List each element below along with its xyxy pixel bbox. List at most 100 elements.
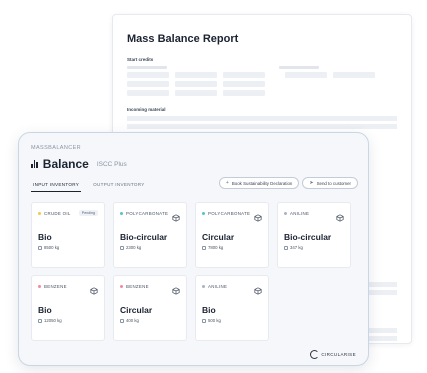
quantity-row: 12050 kg: [38, 318, 98, 323]
cube-icon: [336, 209, 344, 222]
sustainability-label: Bio: [38, 232, 52, 242]
material-color-dot: [38, 211, 41, 215]
sustainability-label: Circular: [202, 232, 235, 242]
card-header: ANILINE: [284, 209, 344, 222]
placeholder-bar: [285, 72, 327, 78]
inventory-card[interactable]: ANILINE Bio-circular 347 kg: [277, 202, 351, 268]
quantity-value: 500 kg: [208, 318, 221, 323]
action-buttons: + Book Sustainability Declaration ➤ Send…: [218, 177, 358, 189]
brand-name: MASSBALANCER: [31, 145, 82, 151]
inventory-card[interactable]: BENZENE Circular 400 kg: [113, 275, 187, 341]
placeholder-bar: [127, 81, 169, 87]
weight-icon: [38, 245, 42, 250]
weight-icon: [38, 318, 42, 323]
circularise-logo: CIRCULARISE: [310, 350, 356, 359]
material-name: BENZENE: [126, 283, 149, 289]
page-title: Balance: [42, 157, 89, 171]
send-to-customer-button[interactable]: ➤ Send to customer: [302, 177, 358, 189]
quantity-row: 400 kg: [120, 318, 180, 323]
send-button-label: Send to customer: [316, 180, 351, 186]
placeholder-bar: [175, 90, 217, 96]
title-row: Balance ISCC Plus: [31, 157, 358, 171]
cube-icon: [90, 282, 98, 295]
placeholder-row: [127, 66, 397, 69]
placeholder-bar: [223, 72, 265, 78]
inventory-tabs: INPUT INVENTORY OUTPUT INVENTORY: [31, 180, 147, 192]
material-color-dot: [202, 211, 205, 215]
bar-chart-icon: [31, 160, 38, 168]
cube-icon: [254, 209, 262, 222]
placeholder-row: [127, 72, 397, 78]
placeholder-row: [127, 90, 397, 96]
quantity-row: 7800 kg: [202, 245, 262, 250]
sustainability-label: Bio: [202, 305, 216, 315]
cube-icon: [254, 282, 262, 295]
toolbar: INPUT INVENTORY OUTPUT INVENTORY + Book …: [31, 177, 358, 192]
inventory-card[interactable]: CRUDE OIL Pending Bio 8500 kg: [31, 202, 105, 268]
tab-input-inventory[interactable]: INPUT INVENTORY: [31, 180, 82, 192]
sustainability-label: Bio: [38, 305, 52, 315]
sustainability-label: Circular: [120, 305, 153, 315]
inventory-card[interactable]: POLYCARBONATE Circular 7800 kg: [195, 202, 269, 268]
material-name: ANILINE: [290, 210, 310, 216]
material-color-dot: [120, 211, 123, 215]
card-header: POLYCARBONATE: [120, 209, 180, 222]
quantity-value: 347 kg: [290, 245, 303, 250]
quantity-value: 8500 kg: [44, 245, 60, 250]
quantity-row: 8500 kg: [38, 245, 98, 250]
cube-icon: [172, 209, 180, 222]
status-badge: Pending: [78, 210, 98, 216]
book-sustainability-declaration-button[interactable]: + Book Sustainability Declaration: [218, 177, 300, 189]
placeholder-bar: [223, 90, 265, 96]
placeholder-bar: [127, 124, 397, 129]
inventory-card[interactable]: BENZENE Bio 12050 kg: [31, 275, 105, 341]
sustainability-label: Bio-circular: [284, 232, 332, 242]
tab-output-inventory[interactable]: OUTPUT INVENTORY: [91, 180, 147, 192]
placeholder-label: [279, 66, 319, 69]
material-color-dot: [202, 284, 205, 288]
weight-icon: [120, 245, 124, 250]
logo-text: CIRCULARISE: [321, 352, 356, 357]
weight-icon: [284, 245, 288, 250]
circularise-logo-icon: [310, 350, 320, 359]
placeholder-bar: [175, 81, 217, 87]
card-header: BENZENE: [120, 282, 180, 295]
weight-icon: [202, 318, 206, 323]
inventory-card[interactable]: POLYCARBONATE Bio-circular 2300 kg: [113, 202, 187, 268]
material-color-dot: [120, 284, 123, 288]
card-header: CRUDE OIL Pending: [38, 209, 98, 217]
placeholder-bar: [333, 72, 375, 78]
placeholder-bar: [175, 72, 217, 78]
cube-icon: [172, 282, 180, 295]
card-header: ANILINE: [202, 282, 262, 295]
material-color-dot: [38, 284, 41, 288]
report-section-incoming-material: Incoming material: [127, 107, 166, 112]
material-name: POLYCARBONATE: [208, 210, 251, 216]
report-title: Mass Balance Report: [127, 33, 239, 45]
card-header: BENZENE: [38, 282, 98, 295]
quantity-value: 400 kg: [126, 318, 139, 323]
quantity-row: 347 kg: [284, 245, 344, 250]
weight-icon: [120, 318, 124, 323]
inventory-card[interactable]: ANILINE Bio 500 kg: [195, 275, 269, 341]
certification-scheme: ISCC Plus: [96, 160, 127, 168]
sustainability-label: Bio-circular: [120, 232, 168, 242]
report-section-start-credits: Start credits: [127, 57, 154, 62]
placeholder-bar: [127, 90, 169, 96]
weight-icon: [202, 245, 206, 250]
quantity-value: 12050 kg: [44, 318, 62, 323]
placeholder-row: [127, 81, 397, 87]
plus-icon: +: [225, 180, 229, 186]
send-icon: ➤: [309, 180, 314, 186]
quantity-row: 2300 kg: [120, 245, 180, 250]
material-name: ANILINE: [208, 283, 228, 289]
balance-app-window: MASSBALANCER Balance ISCC Plus INPUT INV…: [18, 132, 369, 366]
placeholder-bar: [127, 116, 397, 121]
book-button-label: Book Sustainability Declaration: [231, 180, 293, 186]
placeholder-label: [127, 66, 167, 69]
quantity-row: 500 kg: [202, 318, 262, 323]
quantity-value: 2300 kg: [126, 245, 142, 250]
quantity-value: 7800 kg: [208, 245, 224, 250]
placeholder-bar: [127, 72, 169, 78]
card-header: POLYCARBONATE: [202, 209, 262, 222]
